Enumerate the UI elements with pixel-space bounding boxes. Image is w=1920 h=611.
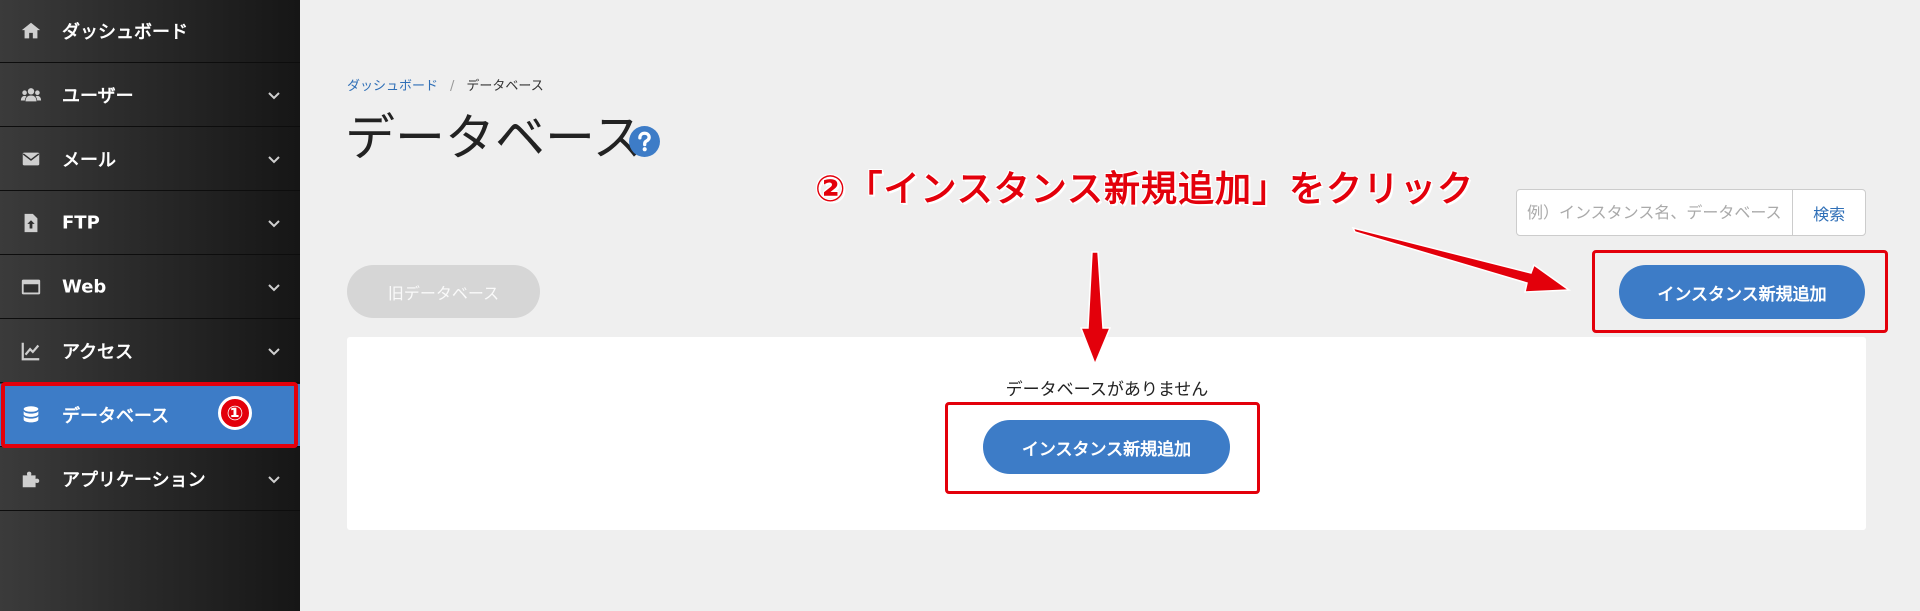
breadcrumb-current: データベース: [466, 79, 544, 94]
chevron-down-icon: [268, 92, 280, 100]
sidebar-item-users[interactable]: ユーザー: [0, 64, 300, 127]
sidebar-item-label: Web: [62, 276, 107, 298]
chevron-down-icon: [268, 156, 280, 164]
sidebar-item-ftp[interactable]: FTP: [0, 192, 300, 255]
add-instance-button-center[interactable]: インスタンス新規追加: [983, 420, 1230, 474]
search-button[interactable]: 検索: [1792, 190, 1865, 235]
home-icon: [21, 22, 41, 39]
sidebar-item-applications[interactable]: アプリケーション: [0, 448, 300, 511]
sidebar-item-label: メール: [62, 150, 116, 171]
sidebar-item-label: ダッシュボード: [62, 22, 188, 43]
question-circle-icon[interactable]: [628, 125, 661, 158]
search-box: 検索: [1516, 189, 1866, 236]
sidebar: ダッシュボード ユーザー メール FTP Web アクセス データベース アプリ…: [0, 0, 300, 611]
users-icon: [20, 88, 42, 102]
puzzle-icon: [22, 471, 40, 488]
annotation-instruction: ②「インスタンス新規追加」をクリック: [815, 169, 1475, 210]
breadcrumb-separator: /: [450, 79, 455, 94]
chevron-down-icon: [268, 220, 280, 228]
add-instance-button-top[interactable]: インスタンス新規追加: [1619, 265, 1865, 319]
mail-icon: [22, 152, 40, 166]
search-input[interactable]: [1517, 190, 1793, 235]
sidebar-item-label: FTP: [62, 212, 100, 234]
sidebar-item-label: ユーザー: [62, 86, 134, 107]
empty-state-message: データベースがありません: [1005, 380, 1209, 400]
sidebar-item-mail[interactable]: メール: [0, 128, 300, 191]
page-title: データベース: [345, 109, 643, 167]
file-upload-icon: [24, 213, 38, 233]
old-database-button[interactable]: 旧データベース: [347, 265, 540, 318]
step1-badge: ①: [218, 396, 252, 430]
sidebar-item-web[interactable]: Web: [0, 256, 300, 319]
breadcrumb-home-link[interactable]: ダッシュボード: [347, 79, 438, 94]
sidebar-item-label: アクセス: [62, 342, 134, 363]
chevron-down-icon: [268, 348, 280, 356]
sidebar-item-access[interactable]: アクセス: [0, 320, 300, 383]
sidebar-item-label: アプリケーション: [62, 470, 206, 491]
chevron-down-icon: [268, 476, 280, 484]
window-icon: [21, 279, 41, 295]
sidebar-item-dashboard[interactable]: ダッシュボード: [0, 0, 300, 63]
chevron-down-icon: [268, 284, 280, 292]
chart-line-icon: [21, 342, 40, 361]
breadcrumb: ダッシュボード / データベース: [347, 75, 544, 94]
arrow-right-icon: [1351, 226, 1572, 293]
